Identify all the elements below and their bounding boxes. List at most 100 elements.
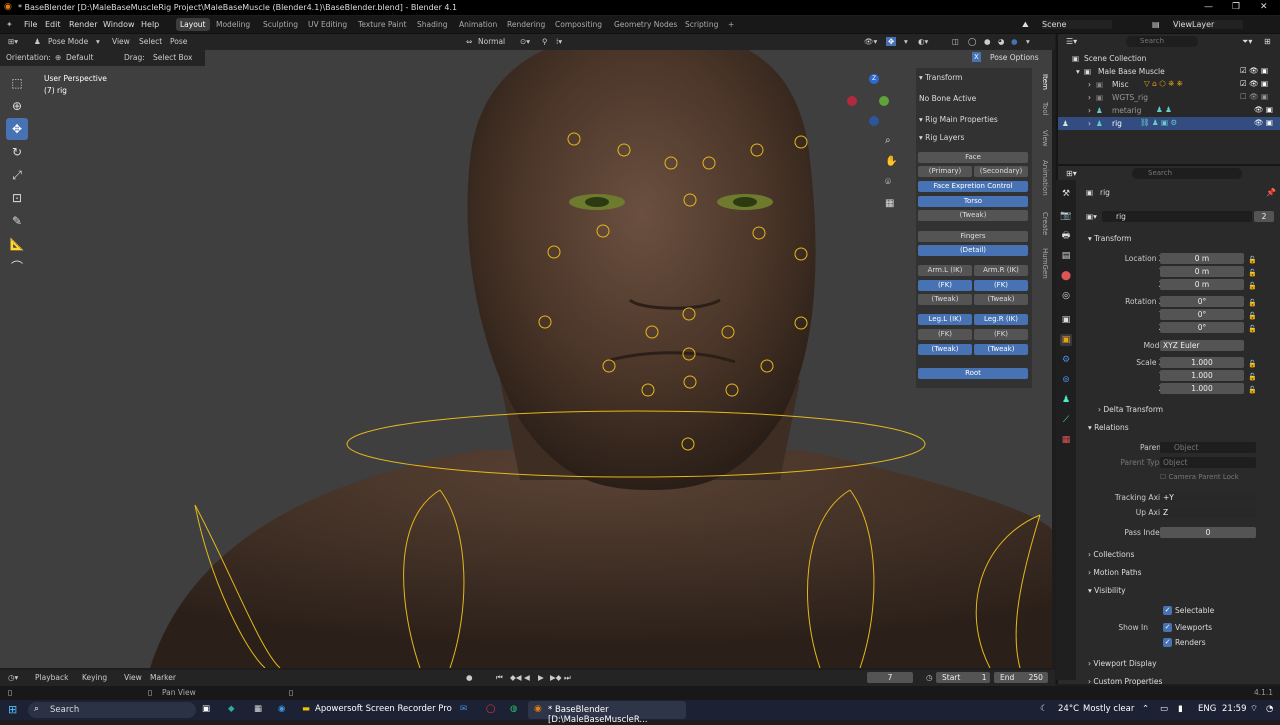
motion-paths-section-header[interactable]: › Motion Paths — [1088, 568, 1142, 577]
x-axis-icon[interactable] — [847, 96, 857, 106]
rig-layers-header[interactable]: ▾ Rig Layers — [919, 133, 964, 142]
bone-tab-icon[interactable]: ⟋ — [1060, 414, 1072, 426]
jump-start-icon[interactable]: ⏮ — [496, 673, 503, 683]
properties-editor-icon[interactable]: ⊞▾ — [1066, 169, 1077, 178]
rendered-shading-icon[interactable]: ● — [1011, 37, 1018, 46]
visibility-section-header[interactable]: ▾ Visibility — [1088, 586, 1126, 595]
tray-chevron-icon[interactable]: ⌃ — [1142, 704, 1149, 714]
perspective-grid-icon[interactable]: ▦ — [885, 193, 899, 214]
visibility-icon[interactable]: 👁▾ — [864, 37, 877, 46]
layer-leg-r-fk-button[interactable]: (FK) — [974, 329, 1028, 340]
rotation-mode-dropdown[interactable]: XYZ Euler — [1160, 340, 1244, 351]
layer-arm-r-fk-button[interactable]: (FK) — [974, 280, 1028, 291]
object-tab-icon[interactable]: ▣ — [1060, 334, 1072, 346]
layer-face-secondary-button[interactable]: (Secondary) — [974, 166, 1028, 177]
outliner-editor-icon[interactable]: ☰▾ — [1066, 37, 1077, 46]
layer-face-button[interactable]: Face — [918, 152, 1028, 163]
outliner-row-wgts-rig[interactable]: › ▣ WGTS_rig ☐ 👁 ▣ — [1058, 91, 1280, 104]
location-x-field[interactable]: 0 m — [1160, 253, 1244, 264]
playback-menu[interactable]: Playback — [35, 673, 68, 682]
tab-rendering[interactable]: Rendering — [507, 20, 545, 29]
maximize-icon[interactable]: ❐ — [1232, 2, 1240, 12]
rig-main-properties-header[interactable]: ▾ Rig Main Properties — [919, 115, 998, 124]
task-view-icon[interactable]: ▣ — [202, 704, 210, 714]
opera-icon[interactable]: ◯ — [486, 704, 496, 714]
menu-pose[interactable]: Pose — [170, 37, 187, 46]
layer-fingers-button[interactable]: Fingers — [918, 231, 1028, 242]
copilot-icon[interactable]: ◆ — [228, 704, 235, 714]
outliner-row-misc[interactable]: › ▣ Misc ▽ ⌂ ⬡ ⛯ ⛯ ☑ 👁 ▣ — [1058, 78, 1280, 91]
z-axis-icon[interactable]: Z — [869, 74, 879, 84]
xray-icon[interactable]: ◫ — [952, 37, 959, 46]
menu-view[interactable]: View — [112, 37, 130, 46]
camera-parent-lock-checkbox[interactable]: ☐ Camera Parent Lock — [1160, 473, 1239, 481]
annotate-icon[interactable]: ✎ — [6, 210, 28, 232]
layer-arm-l-fk-button[interactable]: (FK) — [918, 280, 972, 291]
rotation-y-field[interactable]: 0° — [1160, 309, 1244, 320]
marker-menu[interactable]: Marker — [150, 673, 176, 682]
zoom-icon[interactable]: ⌕ — [885, 130, 899, 151]
visibility-toggle-icon[interactable]: 👁 ▣ — [1254, 105, 1273, 114]
cursor-icon[interactable]: ⊕ — [6, 95, 28, 117]
object-name-field[interactable]: rig — [1102, 211, 1252, 222]
clock-time[interactable]: 21:59 — [1222, 704, 1247, 714]
tab-view[interactable]: View — [1041, 130, 1049, 147]
new-collection-icon[interactable]: ⊞ — [1264, 37, 1271, 46]
auto-keying-icon[interactable]: ● — [466, 673, 473, 682]
add-workspace-icon[interactable]: + — [728, 20, 734, 29]
layer-face-primary-button[interactable]: (Primary) — [918, 166, 972, 177]
tab-shading[interactable]: Shading — [417, 20, 447, 29]
network-icon[interactable]: ▭ — [1160, 704, 1168, 714]
transform-section-header[interactable]: ▾ Transform — [919, 73, 962, 82]
tracking-axis-dropdown[interactable]: +Y — [1160, 492, 1256, 503]
pose-options-button[interactable]: Pose Options — [990, 53, 1039, 62]
view-layer-tab-icon[interactable]: ▤ — [1060, 250, 1072, 262]
viewports-checkbox[interactable]: ✓ — [1163, 623, 1172, 632]
pass-index-field[interactable]: 0 — [1160, 527, 1256, 538]
tab-modeling[interactable]: Modeling — [216, 20, 250, 29]
checkbox-icon[interactable]: ☐ 👁 ▣ — [1240, 92, 1268, 101]
tab-geometry-nodes[interactable]: Geometry Nodes — [614, 20, 677, 29]
delta-transform-header[interactable]: › Delta Transform — [1098, 405, 1163, 414]
gizmo-toggle-icon[interactable]: ✥ — [886, 37, 897, 46]
layer-fingers-detail-button[interactable]: (Detail) — [918, 245, 1028, 256]
tab-animation[interactable]: Animation — [1041, 160, 1049, 196]
menu-window[interactable]: Window — [103, 20, 135, 29]
gizmo-dropdown-icon[interactable]: ▾ — [904, 37, 908, 46]
solid-shading-icon[interactable]: ● — [984, 37, 991, 46]
view-layer-field[interactable]: ViewLayer — [1173, 20, 1243, 29]
select-box-icon[interactable]: ⬚ — [6, 72, 28, 94]
play-icon[interactable]: ▶ — [538, 673, 544, 682]
wifi-icon[interactable]: ⌔ — [1250, 704, 1258, 714]
parent-type-field[interactable]: Object — [1160, 457, 1256, 468]
snap-icon[interactable]: ⚲ — [542, 37, 548, 46]
rotate-icon[interactable]: ↻ — [6, 141, 28, 163]
scene-field[interactable]: Scene — [1042, 20, 1112, 29]
layer-arm-l-ik-button[interactable]: Arm.L (IK) — [918, 265, 972, 276]
layer-torso-tweak-button[interactable]: (Tweak) — [918, 210, 1028, 221]
users-count[interactable]: 2 — [1254, 211, 1274, 222]
up-axis-dropdown[interactable]: Z — [1160, 507, 1256, 518]
collections-section-header[interactable]: › Collections — [1088, 550, 1134, 559]
scale-x-field[interactable]: 1.000 — [1160, 357, 1244, 368]
preview-range-icon[interactable]: ◷ — [926, 673, 933, 682]
menu-file[interactable]: File — [24, 20, 37, 29]
play-reverse-icon[interactable]: ◀ — [524, 673, 530, 682]
snap-target-icon[interactable]: ⁞▾ — [556, 37, 562, 46]
filter-icon[interactable]: ⏷▾ — [1242, 37, 1252, 47]
layer-face-expression-button[interactable]: Face Expretion Control — [918, 181, 1028, 192]
measure-icon[interactable]: 📐 — [6, 233, 28, 255]
neg-z-axis-icon[interactable] — [869, 116, 879, 126]
lock-icons[interactable]: 🔓 🔓 🔓 — [1248, 358, 1257, 397]
keying-menu[interactable]: Keying — [82, 673, 107, 682]
jump-keyframe-back-icon[interactable]: ◆◀ — [510, 673, 522, 682]
relax-pose-icon[interactable]: ⌒ — [6, 256, 28, 278]
pivot-icon[interactable]: ⊙▾ — [520, 37, 530, 46]
modifiers-tab-icon[interactable]: ⚙ — [1060, 354, 1072, 366]
scale-icon[interactable]: ⤢ — [6, 164, 28, 186]
layer-leg-l-ik-button[interactable]: Leg.L (IK) — [918, 314, 972, 325]
3d-viewport[interactable]: User Perspective (7) rig Z ⌕ ✋ ⌾ ▦ — [0, 50, 1052, 668]
move-icon[interactable]: ✥ — [6, 118, 28, 140]
render-tab-icon[interactable]: 📷 — [1060, 210, 1072, 222]
drag-dropdown[interactable]: Select Box — [153, 53, 192, 62]
